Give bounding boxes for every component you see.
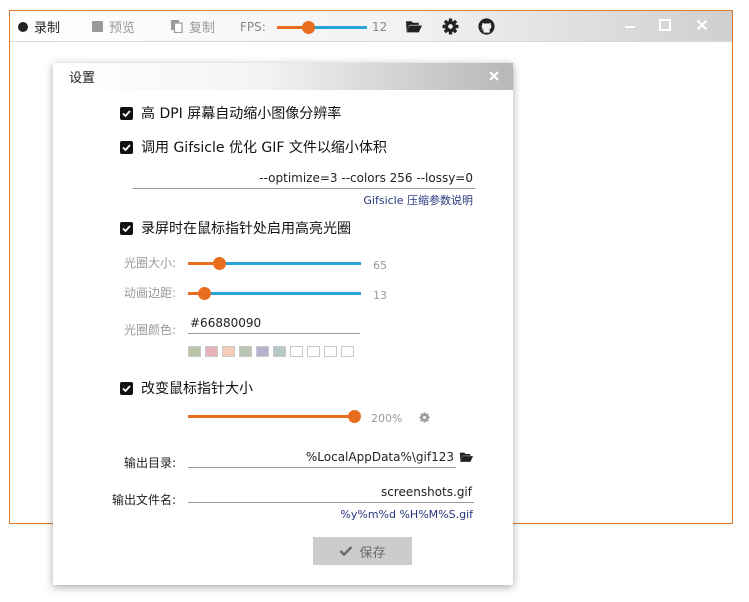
output-dir-label: 输出目录:	[124, 456, 177, 470]
color-swatch[interactable]	[307, 346, 320, 357]
check-icon	[122, 384, 131, 392]
check-icon	[340, 546, 353, 557]
window-controls	[612, 11, 732, 42]
folder-open-icon[interactable]	[458, 450, 474, 464]
halo-margin-slider[interactable]	[188, 287, 361, 300]
halo-size-value: 65	[373, 259, 387, 272]
close-icon[interactable]	[694, 17, 710, 33]
cursor-option[interactable]: 改变鼠标指针大小	[120, 378, 253, 398]
output-dir-input[interactable]: %LocalAppData%\gif123	[188, 448, 456, 468]
stop-square-icon	[92, 21, 103, 32]
check-icon	[122, 224, 131, 232]
copy-label: 复制	[189, 21, 216, 36]
color-swatch[interactable]	[273, 346, 286, 357]
check-icon	[122, 109, 131, 117]
halo-margin-label: 动画边距:	[124, 286, 177, 300]
github-icon[interactable]	[478, 18, 495, 35]
color-swatch[interactable]	[256, 346, 269, 357]
fps-label: FPS:	[240, 19, 266, 34]
fps-value: 12	[372, 19, 388, 34]
cursor-size-slider-fill	[188, 415, 354, 418]
minimize-icon[interactable]	[622, 17, 638, 33]
toolbar: 录制 预览 复制 FPS: 12	[10, 11, 732, 42]
highdpi-label: 高 DPI 屏幕自动缩小图像分辨率	[141, 106, 342, 122]
copy-icon	[171, 20, 183, 33]
color-swatches	[188, 346, 358, 357]
color-swatch[interactable]	[205, 346, 218, 357]
output-file-input[interactable]: screenshots.gif	[188, 483, 474, 503]
save-button[interactable]: 保存	[313, 537, 412, 565]
cursor-size-slider-thumb[interactable]	[348, 410, 361, 423]
highdpi-option[interactable]: 高 DPI 屏幕自动缩小图像分辨率	[120, 103, 341, 123]
dialog-header: 设置	[53, 63, 513, 90]
gifsicle-label: 调用 Gifsicle 优化 GIF 文件以缩小体积	[141, 140, 387, 156]
color-swatch[interactable]	[188, 346, 201, 357]
gear-icon[interactable]	[442, 18, 459, 35]
color-swatch[interactable]	[222, 346, 235, 357]
record-button[interactable]: 录制	[18, 11, 60, 42]
record-dot-icon	[18, 21, 28, 32]
gifsicle-option[interactable]: 调用 Gifsicle 优化 GIF 文件以缩小体积	[120, 137, 387, 157]
fps-slider-thumb[interactable]	[302, 21, 315, 34]
dialog-title: 设置	[69, 71, 96, 86]
cursor-label: 改变鼠标指针大小	[141, 381, 253, 397]
cursor-checkbox[interactable]	[120, 381, 133, 395]
preview-button[interactable]: 预览	[92, 11, 135, 42]
save-label: 保存	[359, 545, 386, 561]
halo-color-input[interactable]: #66880090	[188, 314, 360, 334]
halo-size-slider-thumb[interactable]	[213, 257, 226, 270]
fps-slider[interactable]	[277, 21, 367, 34]
gifsicle-help-link[interactable]: Gifsicle 压缩参数说明	[293, 192, 473, 208]
folder-open-icon[interactable]	[405, 18, 422, 35]
halo-size-label: 光圈大小:	[124, 256, 177, 270]
halo-option[interactable]: 录屏时在鼠标指针处启用高亮光圈	[120, 218, 351, 238]
desktop: 录制 预览 复制 FPS: 12 设置 高 DPI 屏幕自动缩小图像分辨率 调用…	[0, 0, 749, 602]
gifsicle-checkbox[interactable]	[120, 140, 133, 154]
color-swatch[interactable]	[324, 346, 337, 357]
halo-margin-value: 13	[373, 289, 387, 302]
copy-button[interactable]: 复制	[171, 11, 215, 42]
halo-margin-slider-thumb[interactable]	[198, 287, 211, 300]
highdpi-checkbox[interactable]	[120, 106, 133, 120]
maximize-icon[interactable]	[657, 17, 673, 33]
preview-label: 预览	[109, 21, 136, 36]
color-swatch[interactable]	[239, 346, 252, 357]
halo-checkbox[interactable]	[120, 221, 133, 235]
check-icon	[122, 143, 131, 151]
gifsicle-args-input[interactable]: --optimize=3 --colors 256 --lossy=0	[133, 169, 475, 189]
cursor-size-slider[interactable]	[188, 410, 361, 423]
cursor-size-value: 200%	[371, 412, 403, 425]
gear-icon[interactable]	[419, 412, 430, 423]
record-label: 录制	[34, 21, 61, 36]
color-swatch[interactable]	[341, 346, 354, 357]
color-swatch[interactable]	[290, 346, 303, 357]
close-icon[interactable]	[487, 69, 501, 83]
output-file-label: 输出文件名:	[112, 493, 177, 507]
settings-dialog: 设置 高 DPI 屏幕自动缩小图像分辨率 调用 Gifsicle 优化 GIF …	[53, 63, 513, 585]
output-file-pattern: %y%m%d %H%M%S.gif	[340, 508, 473, 521]
halo-label: 录屏时在鼠标指针处启用高亮光圈	[141, 221, 351, 237]
halo-size-slider[interactable]	[188, 257, 361, 270]
halo-color-label: 光圈颜色:	[124, 323, 177, 337]
